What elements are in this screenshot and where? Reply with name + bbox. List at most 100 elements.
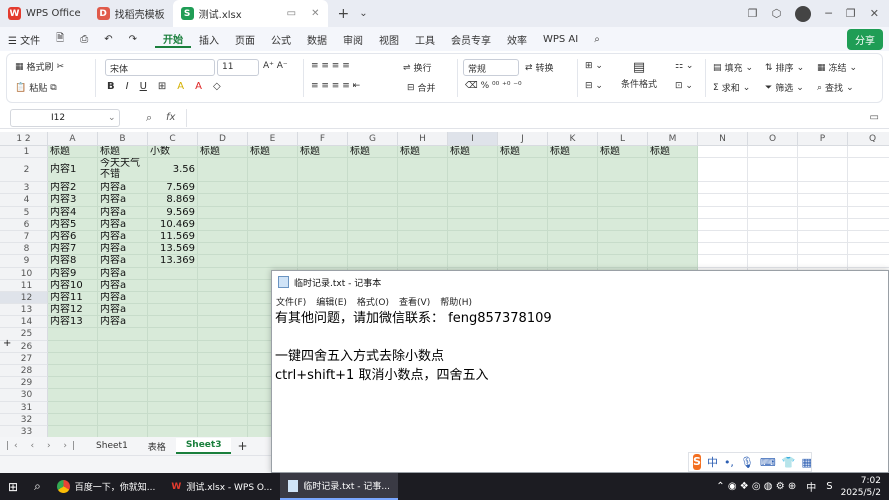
cell-a7[interactable]: 内容6 [48, 230, 98, 244]
cell-m9[interactable] [648, 255, 698, 268]
cell-c10[interactable] [148, 267, 198, 280]
cell-n1[interactable] [698, 146, 748, 159]
freeze-button[interactable]: ▦ 冻结 ⌄ [817, 61, 857, 75]
row-header[interactable]: 2 [0, 158, 48, 183]
font-size-select[interactable]: 11 [217, 59, 259, 76]
cell-b25[interactable] [98, 328, 148, 341]
cell-n4[interactable] [698, 194, 748, 207]
align-group-2[interactable]: ≡ ≡ ≡ ≡ ⇤ [311, 81, 360, 91]
cell-c1[interactable]: 小数 [148, 146, 198, 159]
cell-c14[interactable] [148, 316, 198, 329]
menu-efficiency[interactable]: 效率 [499, 32, 535, 47]
cell-h9[interactable] [398, 255, 448, 268]
column-header-n[interactable]: N [698, 132, 748, 146]
row-header[interactable]: 32 [0, 413, 48, 426]
cell-o2[interactable] [748, 158, 798, 183]
cell-a5[interactable]: 内容4 [48, 206, 98, 219]
cell-i5[interactable] [448, 206, 498, 219]
cell-i6[interactable] [448, 218, 498, 231]
cell-c27[interactable] [148, 352, 198, 365]
number-group[interactable]: ⌫ % ⁰⁰ ⁺⁰ ⁻⁰ [465, 81, 522, 91]
cell-j3[interactable] [498, 182, 548, 195]
font-style-group[interactable]: B I U ⊞ A A ◇ [107, 81, 221, 92]
font-family-select[interactable]: 宋体 [105, 59, 215, 76]
cell-d26[interactable] [198, 340, 248, 353]
cell-k1[interactable]: 标题 [548, 146, 598, 159]
row-header[interactable]: 1 [0, 146, 48, 159]
cell-i3[interactable] [448, 182, 498, 195]
cell-e7[interactable] [248, 230, 298, 244]
cell-q3[interactable] [848, 182, 889, 195]
cell-c8[interactable]: 13.569 [148, 243, 198, 256]
cell-b8[interactable]: 内容a [98, 243, 148, 256]
cell-p2[interactable] [798, 158, 848, 183]
cell-j4[interactable] [498, 194, 548, 207]
row-header[interactable]: 13 [0, 304, 48, 317]
language-indicator[interactable]: 中 [806, 479, 816, 494]
cell-style-icon[interactable]: ⊞ ⌄ [585, 61, 603, 71]
share-button[interactable]: 分享 [847, 28, 883, 50]
cell-a9[interactable]: 内容8 [48, 255, 98, 268]
column-header-l[interactable]: L [598, 132, 648, 146]
cell-d6[interactable] [198, 218, 248, 231]
close-tab-icon[interactable]: ✕ [311, 8, 319, 19]
cell-b30[interactable] [98, 389, 148, 402]
cell-q6[interactable] [848, 218, 889, 231]
cell-g3[interactable] [348, 182, 398, 195]
cell-c3[interactable]: 7.569 [148, 182, 198, 195]
cell-k4[interactable] [548, 194, 598, 207]
cell-j8[interactable] [498, 243, 548, 256]
skin-icon[interactable]: 👕 [782, 456, 796, 469]
format-painter-button[interactable]: ▦ 格式刷 ✂ [15, 60, 64, 74]
sheet-tab-table[interactable]: 表格 [138, 438, 176, 455]
menu-home[interactable]: 开始 [154, 31, 191, 48]
find-button[interactable]: ⌕ 查找 ⌄ [817, 81, 854, 95]
cell-f8[interactable] [298, 243, 348, 256]
cell-d14[interactable] [198, 316, 248, 329]
row-header[interactable]: 7 [0, 230, 48, 244]
sheet-nav-icons[interactable]: |‹ ‹ › ›| [0, 441, 86, 451]
cell-d32[interactable] [198, 413, 248, 426]
cell-c7[interactable]: 11.569 [148, 230, 198, 244]
cell-n6[interactable] [698, 218, 748, 231]
cell-j6[interactable] [498, 218, 548, 231]
cell-n2[interactable] [698, 158, 748, 183]
cell-o7[interactable] [748, 230, 798, 244]
row-header[interactable]: 8 [0, 243, 48, 256]
cell-d12[interactable] [198, 291, 248, 305]
font-size-adjust[interactable]: A⁺ A⁻ [263, 61, 288, 71]
sort-button[interactable]: ⇅ 排序 ⌄ [765, 61, 804, 75]
cell-j7[interactable] [498, 230, 548, 244]
cell-a28[interactable] [48, 365, 98, 378]
cell-c25[interactable] [148, 328, 198, 341]
border-icon[interactable]: ⊡ ⌄ [675, 81, 693, 91]
notepad-window[interactable]: 临时记录.txt - 记事本 文件(F) 编辑(E) 格式(O) 查看(V) 帮… [271, 270, 889, 473]
cell-p5[interactable] [798, 206, 848, 219]
cell-a25[interactable] [48, 328, 98, 341]
row-header[interactable]: 6 [0, 218, 48, 231]
cell-q2[interactable] [848, 158, 889, 183]
add-sheet-button[interactable]: + [231, 439, 253, 453]
sheet-tab-sheet3[interactable]: Sheet3 [175, 438, 232, 454]
cell-c28[interactable] [148, 365, 198, 378]
cell-q5[interactable] [848, 206, 889, 219]
cell-h1[interactable]: 标题 [398, 146, 448, 159]
wrap-button[interactable]: ⇌ 换行 [403, 61, 432, 75]
cell-h8[interactable] [398, 243, 448, 256]
tab-wps-office[interactable]: W WPS Office [0, 0, 89, 27]
cell-b29[interactable] [98, 377, 148, 390]
notepad-menu-help[interactable]: 帮助(H) [440, 295, 472, 308]
cell-a30[interactable] [48, 389, 98, 402]
cell-k7[interactable] [548, 230, 598, 244]
cell-p1[interactable] [798, 146, 848, 159]
cell-b11[interactable]: 内容a [98, 279, 148, 292]
cell-c2[interactable]: 3.56 [148, 158, 198, 183]
cell-k6[interactable] [548, 218, 598, 231]
row-header[interactable]: 9 [0, 255, 48, 268]
cell-b33[interactable] [98, 425, 148, 437]
row-header[interactable]: 29 [0, 377, 48, 390]
cell-g6[interactable] [348, 218, 398, 231]
cell-a14[interactable]: 内容13 [48, 316, 98, 329]
cell-a8[interactable]: 内容7 [48, 243, 98, 256]
toolbox-icon[interactable]: ▦ [802, 456, 812, 469]
